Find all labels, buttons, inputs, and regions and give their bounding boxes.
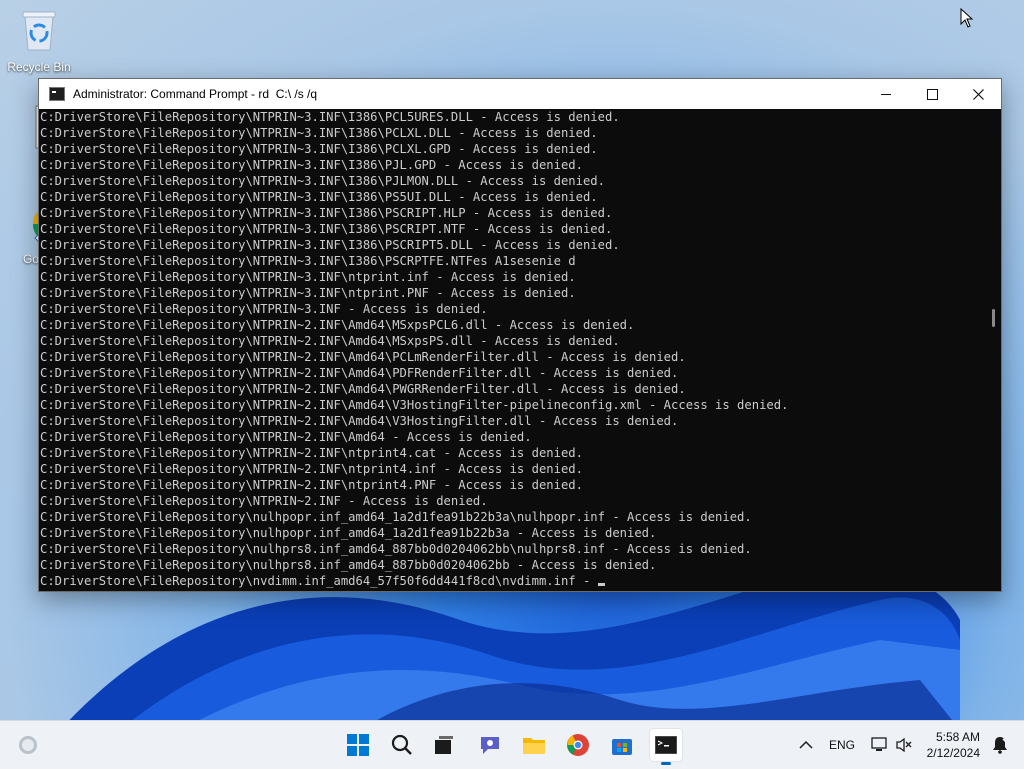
cmd-icon [49, 87, 65, 101]
widgets-button[interactable] [12, 729, 44, 761]
console-line: C:DriverStore\FileRepository\NTPRIN~3.IN… [40, 206, 613, 220]
close-button[interactable] [955, 79, 1001, 109]
console-output[interactable]: C:DriverStore\FileRepository\NTPRIN~3.IN… [39, 109, 986, 591]
start-button[interactable] [342, 729, 374, 761]
console-line: C:DriverStore\FileRepository\NTPRIN~3.IN… [40, 126, 598, 140]
minimize-icon [881, 93, 891, 95]
console-line: C:DriverStore\FileRepository\NTPRIN~3.IN… [40, 158, 583, 172]
network-icon [871, 737, 887, 751]
clock-date: 2/12/2024 [926, 746, 980, 760]
chrome-icon [567, 734, 589, 756]
command-prompt-window[interactable]: Administrator: Command Prompt - rd C:\ /… [38, 78, 1002, 592]
chevron-up-icon [799, 740, 813, 749]
vertical-scrollbar[interactable] [985, 109, 1001, 591]
console-line: C:DriverStore\FileRepository\NTPRIN~3.IN… [40, 302, 488, 316]
minimize-button[interactable] [863, 79, 909, 109]
console-line: C:DriverStore\FileRepository\NTPRIN~2.IN… [40, 318, 635, 332]
volume-button[interactable] [888, 729, 920, 761]
notifications-button[interactable] [984, 729, 1016, 761]
console-line: C:DriverStore\FileRepository\nvdimm.inf_… [40, 573, 986, 589]
console-line: C:DriverStore\FileRepository\NTPRIN~2.IN… [40, 414, 679, 428]
chat-button[interactable] [474, 729, 506, 761]
console-line: C:DriverStore\FileRepository\NTPRIN~2.IN… [40, 430, 532, 444]
mouse-cursor-icon [960, 8, 974, 28]
console-line: C:DriverStore\FileRepository\NTPRIN~3.IN… [40, 222, 613, 236]
desktop-icon-recycle-bin[interactable]: Recycle Bin [3, 8, 75, 74]
console-line: C:DriverStore\FileRepository\NTPRIN~3.IN… [40, 142, 598, 156]
desktop-icon-label: Recycle Bin [7, 60, 71, 74]
console-line: C:DriverStore\FileRepository\NTPRIN~3.IN… [40, 238, 620, 252]
file-explorer-button[interactable] [518, 729, 550, 761]
console-line: C:DriverStore\FileRepository\nulhprs8.in… [40, 542, 752, 556]
weather-icon [19, 736, 37, 754]
console-line: C:DriverStore\FileRepository\NTPRIN~2.IN… [40, 350, 686, 364]
search-button[interactable] [386, 729, 418, 761]
console-line: C:DriverStore\FileRepository\NTPRIN~2.IN… [40, 446, 583, 460]
terminal-icon [655, 736, 677, 754]
scroll-thumb[interactable] [992, 309, 995, 327]
console-line: C:DriverStore\FileRepository\NTPRIN~2.IN… [40, 478, 583, 492]
console-line: C:DriverStore\FileRepository\NTPRIN~2.IN… [40, 462, 583, 476]
console-line: C:DriverStore\FileRepository\NTPRIN~3.IN… [40, 270, 576, 284]
console-line: C:DriverStore\FileRepository\NTPRIN~3.IN… [40, 286, 576, 300]
window-title: Administrator: Command Prompt - rd C:\ /… [73, 87, 318, 101]
clock[interactable]: 5:58 AM 2/12/2024 [927, 729, 980, 761]
recycle-bin-icon [22, 11, 56, 51]
chat-icon [481, 737, 499, 754]
clock-time: 5:58 AM [935, 730, 980, 744]
language-indicator[interactable]: ENG [829, 738, 855, 752]
console-line: C:DriverStore\FileRepository\NTPRIN~2.IN… [40, 382, 686, 396]
maximize-button[interactable] [909, 79, 955, 109]
chrome-taskbar-button[interactable] [562, 729, 594, 761]
store-button[interactable] [606, 729, 638, 761]
console-line: C:DriverStore\FileRepository\nulhpopr.in… [40, 510, 752, 524]
windows-logo-icon [347, 734, 369, 756]
text-cursor [597, 583, 605, 586]
console-line: C:DriverStore\FileRepository\NTPRIN~2.IN… [40, 334, 620, 348]
console-line: C:DriverStore\FileRepository\nulhpopr.in… [40, 526, 657, 540]
show-hidden-icons-button[interactable] [790, 729, 822, 761]
close-icon [972, 88, 984, 100]
task-view-button[interactable] [428, 729, 460, 761]
console-line: C:DriverStore\FileRepository\NTPRIN~3.IN… [40, 174, 605, 188]
console-line: C:DriverStore\FileRepository\nulhprs8.in… [40, 558, 657, 572]
console-line: C:DriverStore\FileRepository\NTPRIN~2.IN… [40, 494, 488, 508]
speaker-muted-icon [896, 737, 912, 753]
notification-bell-icon [993, 737, 1008, 754]
title-bar[interactable]: Administrator: Command Prompt - rd C:\ /… [39, 79, 1001, 109]
console-line: C:DriverStore\FileRepository\NTPRIN~2.IN… [40, 366, 679, 380]
store-icon [612, 739, 632, 755]
console-line: C:DriverStore\FileRepository\NTPRIN~3.IN… [40, 254, 576, 268]
command-prompt-taskbar-button[interactable] [650, 729, 682, 765]
console-line: C:DriverStore\FileRepository\NTPRIN~3.IN… [40, 190, 598, 204]
task-view-icon [435, 736, 453, 754]
folder-icon [523, 738, 545, 754]
taskbar: ENG 5:58 AM 2/12/2024 [0, 720, 1024, 769]
console-line: C:DriverStore\FileRepository\NTPRIN~3.IN… [40, 110, 620, 124]
console-line: C:DriverStore\FileRepository\NTPRIN~2.IN… [40, 398, 789, 412]
maximize-icon [926, 88, 938, 100]
search-icon [391, 734, 412, 755]
